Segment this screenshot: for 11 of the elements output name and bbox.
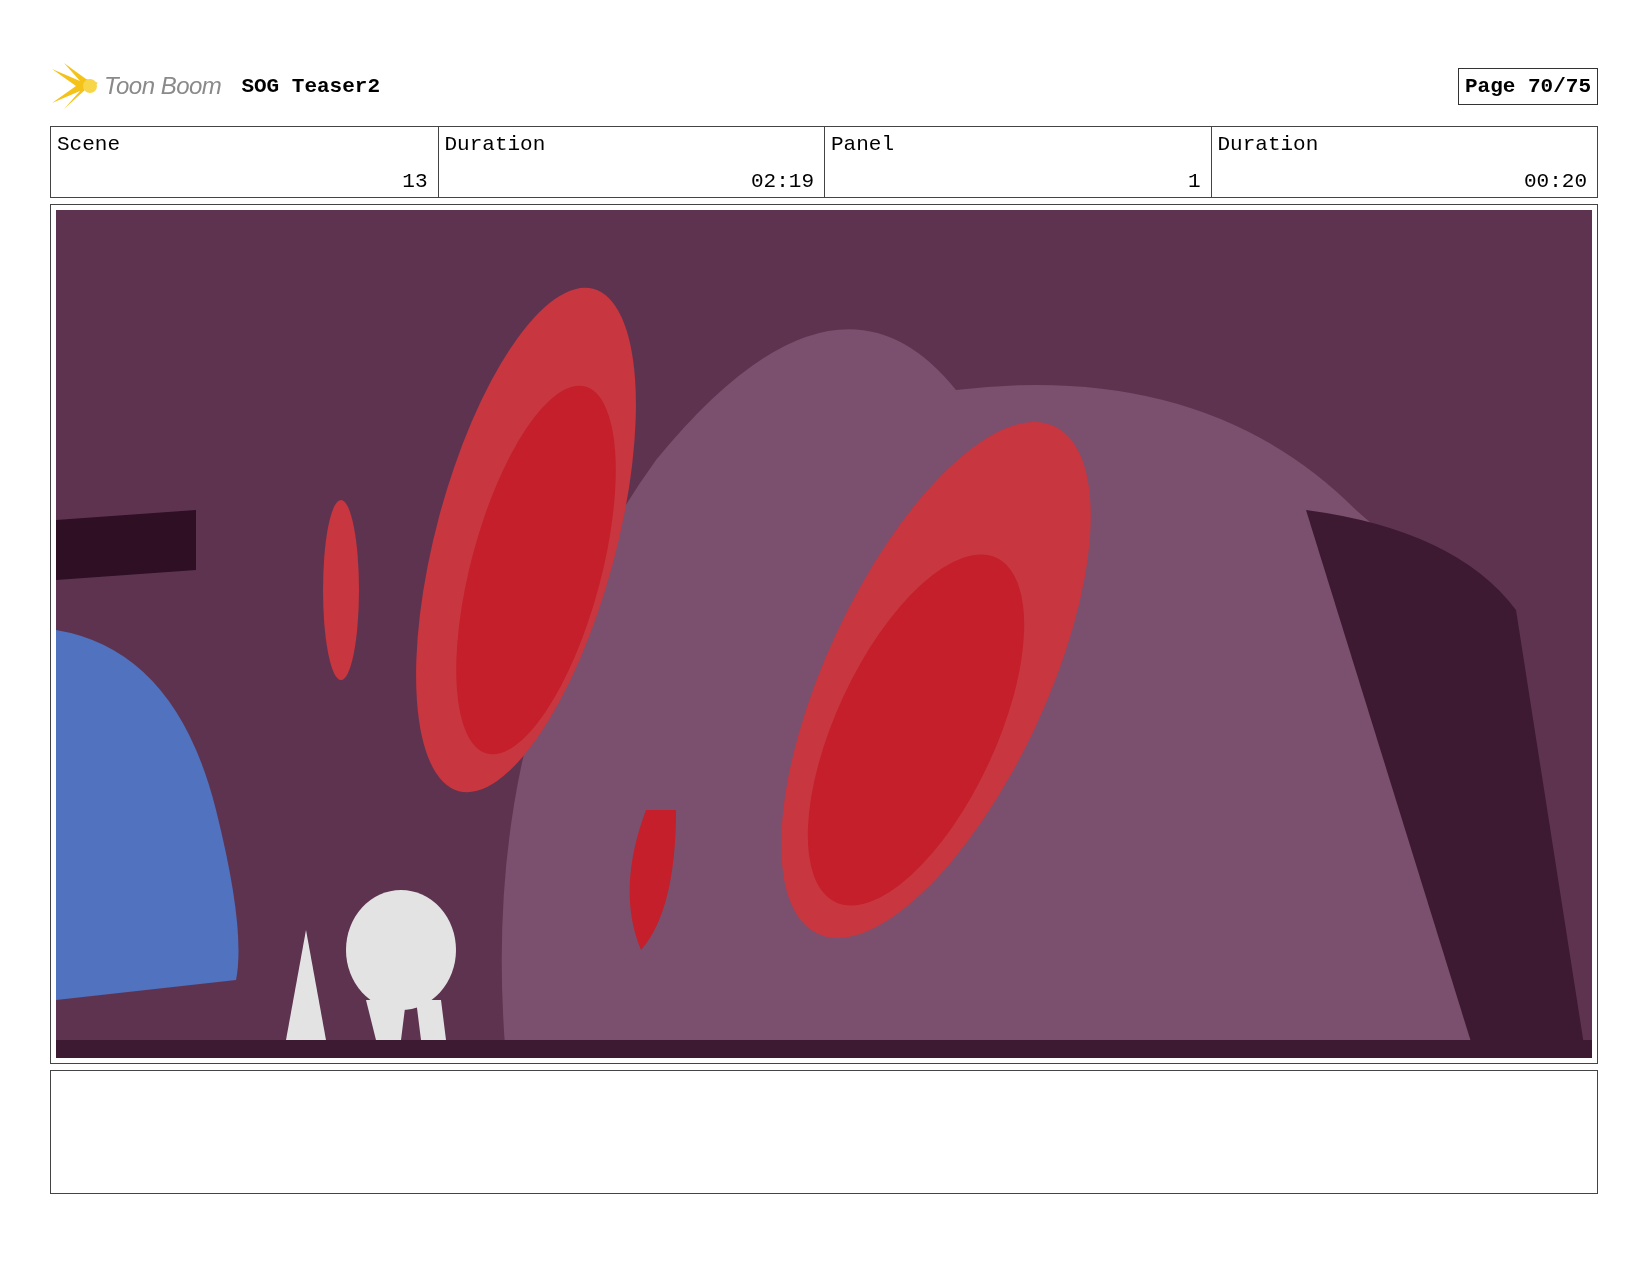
field-value: 02:19 [750,170,814,193]
field-label: Duration [1217,133,1320,156]
project-title: SOG Teaser2 [241,74,380,98]
field-label: Scene [57,133,121,156]
field-value: 00:20 [1523,170,1587,193]
field-label: Duration [444,133,547,156]
field-label: Panel [831,133,895,156]
page-number: Page 70/75 [1457,67,1598,105]
field-value: 13 [401,170,428,193]
field-value: 1 [1186,170,1201,193]
logo-text: Toon Boom [104,72,222,100]
